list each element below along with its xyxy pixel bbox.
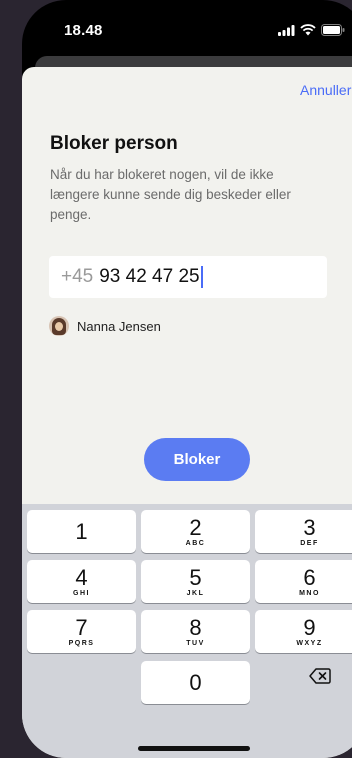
key-5[interactable]: 5 JKL (141, 560, 250, 603)
page-title: Bloker person (50, 133, 178, 154)
description-text: Når du har blokeret nogen, vil de ikke l… (50, 167, 291, 222)
backspace-icon (309, 668, 331, 684)
block-button[interactable]: Bloker (144, 438, 250, 481)
country-code-prefix: +45 (61, 266, 94, 287)
key-8[interactable]: 8 TUV (141, 610, 250, 653)
key-6[interactable]: 6 MNO (255, 560, 352, 603)
status-time: 18.48 (64, 22, 103, 39)
key-7[interactable]: 7 PQRS (27, 610, 136, 653)
contact-name: Nanna Jensen (77, 318, 161, 334)
avatar (49, 316, 69, 336)
contact-match[interactable]: Nanna Jensen (49, 316, 161, 336)
phone-number-field[interactable]: +45 93 42 47 25 (49, 256, 327, 298)
key-1[interactable]: 1 (27, 510, 136, 553)
signal-icon (278, 24, 295, 36)
phone-number-value: 93 42 47 25 (99, 266, 200, 287)
key-0[interactable]: 0 (141, 661, 250, 704)
key-4[interactable]: 4 GHI (27, 560, 136, 603)
block-person-sheet: Annuller Bloker person Når du har bloker… (22, 67, 352, 758)
status-bar: 18.48 (22, 0, 352, 60)
cancel-button[interactable]: Annuller (300, 82, 351, 98)
status-icons (278, 24, 345, 36)
battery-icon (321, 24, 345, 36)
key-2[interactable]: 2 ABC (141, 510, 250, 553)
key-3[interactable]: 3 DEF (255, 510, 352, 553)
phone-frame: 18.48 Annuller Bloker person Når du har … (22, 0, 352, 758)
delete-key[interactable] (305, 661, 335, 691)
numeric-keypad: 1 2 ABC 3 DEF 4 GHI 5 JKL 6 MNO 7 PQRS 8… (22, 504, 352, 758)
wifi-icon (300, 24, 316, 36)
text-caret (200, 266, 203, 288)
home-indicator (138, 746, 250, 751)
key-9[interactable]: 9 WXYZ (255, 610, 352, 653)
